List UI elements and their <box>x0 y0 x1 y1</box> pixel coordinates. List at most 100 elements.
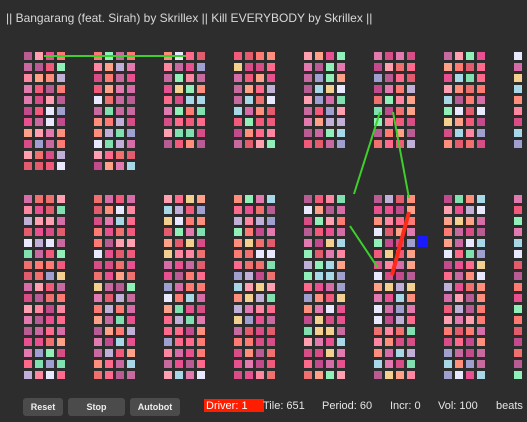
tile[interactable] <box>46 217 54 225</box>
tile[interactable] <box>175 74 183 82</box>
tile[interactable] <box>46 195 54 203</box>
tile[interactable] <box>197 107 205 115</box>
tile[interactable] <box>407 118 415 126</box>
tile[interactable] <box>256 371 264 379</box>
tile[interactable] <box>396 250 404 258</box>
tile[interactable] <box>57 239 65 247</box>
tile[interactable] <box>94 228 102 236</box>
tile[interactable] <box>164 327 172 335</box>
tile[interactable] <box>304 349 312 357</box>
tile[interactable] <box>304 283 312 291</box>
tile[interactable] <box>116 195 124 203</box>
tile[interactable] <box>407 283 415 291</box>
tile[interactable] <box>245 140 253 148</box>
tile[interactable] <box>337 63 345 71</box>
tile[interactable] <box>407 294 415 302</box>
tile[interactable] <box>245 52 253 60</box>
tile[interactable] <box>164 85 172 93</box>
tile[interactable] <box>116 305 124 313</box>
tile[interactable] <box>466 261 474 269</box>
tile[interactable] <box>385 305 393 313</box>
tile[interactable] <box>477 327 485 335</box>
tile[interactable] <box>24 228 32 236</box>
tile[interactable] <box>197 261 205 269</box>
tile[interactable] <box>234 217 242 225</box>
tile[interactable] <box>407 107 415 115</box>
tile[interactable] <box>197 360 205 368</box>
tile[interactable] <box>444 217 452 225</box>
tile[interactable] <box>315 228 323 236</box>
tile[interactable] <box>57 107 65 115</box>
tile[interactable] <box>186 305 194 313</box>
tile[interactable] <box>477 294 485 302</box>
tile[interactable] <box>385 107 393 115</box>
tile[interactable] <box>234 283 242 291</box>
tile[interactable] <box>116 206 124 214</box>
tile[interactable] <box>385 228 393 236</box>
tile[interactable] <box>444 371 452 379</box>
tile[interactable] <box>444 327 452 335</box>
tile[interactable] <box>186 316 194 324</box>
tile[interactable] <box>407 52 415 60</box>
tile[interactable] <box>234 349 242 357</box>
tile[interactable] <box>315 371 323 379</box>
tile[interactable] <box>385 96 393 104</box>
tile[interactable] <box>164 316 172 324</box>
tile[interactable] <box>337 261 345 269</box>
tile[interactable] <box>94 283 102 291</box>
tile[interactable] <box>444 52 452 60</box>
tile[interactable] <box>315 250 323 258</box>
tile[interactable] <box>337 195 345 203</box>
tile[interactable] <box>116 349 124 357</box>
tile[interactable] <box>35 151 43 159</box>
tile[interactable] <box>407 360 415 368</box>
tile[interactable] <box>455 283 463 291</box>
tile[interactable] <box>514 250 522 258</box>
tile[interactable] <box>396 52 404 60</box>
tile[interactable] <box>116 118 124 126</box>
tile[interactable] <box>127 52 135 60</box>
tile[interactable] <box>514 195 522 203</box>
tile[interactable] <box>477 360 485 368</box>
tile[interactable] <box>466 360 474 368</box>
tile[interactable] <box>455 118 463 126</box>
tile[interactable] <box>164 250 172 258</box>
tile[interactable] <box>245 305 253 313</box>
tile[interactable] <box>304 63 312 71</box>
tile[interactable] <box>267 206 275 214</box>
tile-grid[interactable] <box>0 0 527 422</box>
tile[interactable] <box>455 371 463 379</box>
tile[interactable] <box>374 272 382 280</box>
tile[interactable] <box>105 360 113 368</box>
tile[interactable] <box>116 327 124 335</box>
tile[interactable] <box>326 327 334 335</box>
tile[interactable] <box>256 360 264 368</box>
tile[interactable] <box>407 96 415 104</box>
tile[interactable] <box>175 129 183 137</box>
tile[interactable] <box>105 96 113 104</box>
tile[interactable] <box>374 85 382 93</box>
tile[interactable] <box>24 74 32 82</box>
tile[interactable] <box>57 327 65 335</box>
tile[interactable] <box>407 129 415 137</box>
tile[interactable] <box>407 217 415 225</box>
tile[interactable] <box>385 118 393 126</box>
tile[interactable] <box>267 371 275 379</box>
tile[interactable] <box>46 338 54 346</box>
tile[interactable] <box>304 52 312 60</box>
tile[interactable] <box>46 294 54 302</box>
tile[interactable] <box>175 63 183 71</box>
tile[interactable] <box>466 327 474 335</box>
tile[interactable] <box>24 107 32 115</box>
tile[interactable] <box>514 338 522 346</box>
tile[interactable] <box>175 283 183 291</box>
tile[interactable] <box>164 74 172 82</box>
tile[interactable] <box>444 85 452 93</box>
tile[interactable] <box>396 305 404 313</box>
tile[interactable] <box>46 239 54 247</box>
tile[interactable] <box>94 239 102 247</box>
tile[interactable] <box>477 261 485 269</box>
tile[interactable] <box>116 338 124 346</box>
tile[interactable] <box>385 360 393 368</box>
tile[interactable] <box>127 316 135 324</box>
